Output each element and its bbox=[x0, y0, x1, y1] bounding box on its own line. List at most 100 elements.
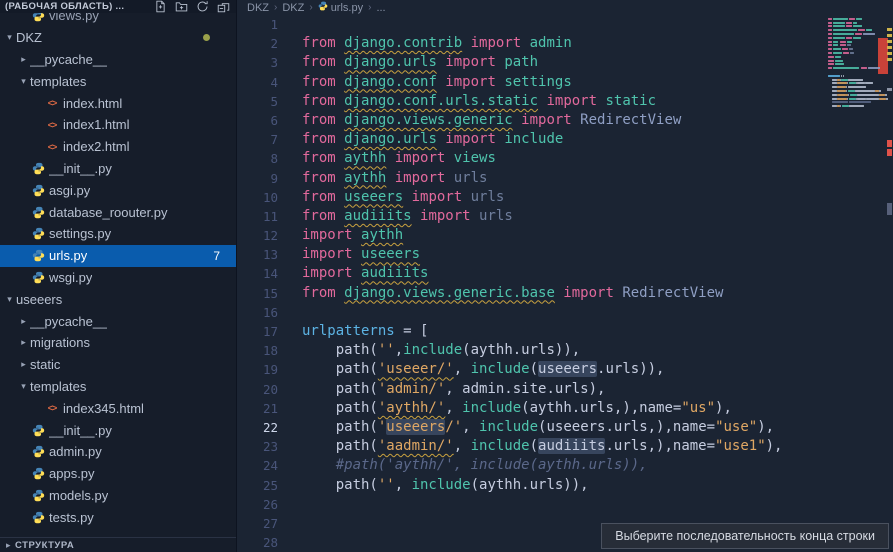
line-number[interactable]: 24 bbox=[238, 456, 278, 475]
code-line-11: 11from audiiits import urls bbox=[238, 207, 825, 226]
new-file-icon[interactable] bbox=[153, 0, 167, 14]
line-number[interactable]: 28 bbox=[238, 533, 278, 552]
tree-item-index345.html[interactable]: <>index345.html bbox=[0, 397, 236, 419]
tree-item-tests.py[interactable]: tests.py bbox=[0, 506, 236, 528]
tree-item-admin.py[interactable]: admin.py bbox=[0, 441, 236, 463]
line-content[interactable]: from django.conf.urls.static import stat… bbox=[278, 92, 656, 111]
line-content[interactable]: urlpatterns = [ bbox=[278, 322, 428, 341]
line-content[interactable]: path('useeer/', include(useeers.urls)), bbox=[278, 360, 664, 379]
line-number[interactable]: 8 bbox=[238, 149, 278, 168]
line-content[interactable] bbox=[278, 514, 302, 533]
line-content[interactable]: from aythh import urls bbox=[278, 169, 487, 188]
line-content[interactable]: from useeers import urls bbox=[278, 188, 504, 207]
tree-item-templates[interactable]: ▾templates bbox=[0, 70, 236, 92]
line-number[interactable]: 27 bbox=[238, 514, 278, 533]
line-number[interactable]: 23 bbox=[238, 437, 278, 456]
code-token: (aythh.urls,),name= bbox=[521, 400, 681, 416]
line-number[interactable]: 5 bbox=[238, 92, 278, 111]
line-number[interactable]: 1 bbox=[238, 15, 278, 34]
line-number[interactable]: 10 bbox=[238, 188, 278, 207]
tree-item-views.py[interactable]: views.py bbox=[0, 13, 236, 27]
tree-item-useeers[interactable]: ▾useeers bbox=[0, 288, 236, 310]
line-number[interactable]: 6 bbox=[238, 111, 278, 130]
tree-item-urls.py[interactable]: urls.py7 bbox=[0, 245, 236, 267]
tree-item-static[interactable]: ▸static bbox=[0, 354, 236, 376]
minimap[interactable] bbox=[828, 14, 886, 552]
line-number[interactable]: 2 bbox=[238, 34, 278, 53]
line-content[interactable]: path('aadmin/', include(audiiits.urls,),… bbox=[278, 437, 782, 456]
breadcrumb-item-DKZ[interactable]: DKZ bbox=[282, 2, 304, 14]
line-content[interactable]: from django.urls import include bbox=[278, 130, 563, 149]
tree-item-models.py[interactable]: models.py bbox=[0, 485, 236, 507]
tree-item-index.html[interactable]: <>index.html bbox=[0, 92, 236, 114]
line-content[interactable]: from django.conf import settings bbox=[278, 73, 572, 92]
outline-section-header[interactable]: ▸ СТРУКТУРА bbox=[0, 537, 236, 552]
tree-item-wsgi.py[interactable]: wsgi.py bbox=[0, 267, 236, 289]
line-number[interactable]: 26 bbox=[238, 495, 278, 514]
line-number[interactable]: 17 bbox=[238, 322, 278, 341]
tree-item-DKZ[interactable]: ▾DKZ bbox=[0, 27, 236, 49]
tree-item-asgi.py[interactable]: asgi.py bbox=[0, 179, 236, 201]
line-content[interactable] bbox=[278, 533, 302, 552]
tree-item-__init__.py[interactable]: __init__.py bbox=[0, 419, 236, 441]
line-number[interactable]: 12 bbox=[238, 226, 278, 245]
line-number[interactable]: 22 bbox=[238, 418, 278, 437]
explorer-title: (РАБОЧАЯ ОБЛАСТЬ) ... bbox=[5, 1, 124, 12]
line-number[interactable]: 9 bbox=[238, 169, 278, 188]
tree-item-database_roouter.py[interactable]: database_roouter.py bbox=[0, 201, 236, 223]
line-content[interactable]: path('aythh/', include(aythh.urls,),name… bbox=[278, 399, 732, 418]
line-content[interactable]: path('useeers/', include(useeers.urls,),… bbox=[278, 418, 774, 437]
file-label: urls.py bbox=[49, 248, 87, 263]
tree-item-__pycache__[interactable]: ▸__pycache__ bbox=[0, 310, 236, 332]
code-token: , bbox=[462, 419, 479, 435]
tree-item-apps.py[interactable]: apps.py bbox=[0, 463, 236, 485]
tree-item-migrations[interactable]: ▸migrations bbox=[0, 332, 236, 354]
line-content[interactable]: path('admin/', admin.site.urls), bbox=[278, 380, 605, 399]
line-number[interactable]: 14 bbox=[238, 264, 278, 283]
tree-item-__init__.py[interactable]: __init__.py bbox=[0, 158, 236, 180]
line-number[interactable]: 7 bbox=[238, 130, 278, 149]
line-content[interactable]: #path('aythh/', include(aythh.urls)), bbox=[278, 456, 648, 475]
line-content[interactable]: from django.contrib import admin bbox=[278, 34, 572, 53]
line-number[interactable]: 18 bbox=[238, 341, 278, 360]
breadcrumb-item-...[interactable]: ... bbox=[376, 2, 385, 14]
line-content[interactable]: import useeers bbox=[278, 245, 420, 264]
code-token: , bbox=[454, 438, 471, 454]
line-content[interactable]: import aythh bbox=[278, 226, 403, 245]
code-token: from bbox=[302, 285, 344, 301]
tree-item-index1.html[interactable]: <>index1.html bbox=[0, 114, 236, 136]
line-content[interactable]: from aythh import views bbox=[278, 149, 496, 168]
tree-item-index2.html[interactable]: <>index2.html bbox=[0, 136, 236, 158]
line-content[interactable]: from django.views.generic.base import Re… bbox=[278, 284, 723, 303]
code-line-7: 7from django.urls import include bbox=[238, 130, 825, 149]
line-number[interactable]: 3 bbox=[238, 53, 278, 72]
code-token: urlpatterns bbox=[302, 323, 395, 339]
line-number[interactable]: 19 bbox=[238, 360, 278, 379]
line-number[interactable]: 21 bbox=[238, 399, 278, 418]
refresh-icon[interactable] bbox=[195, 0, 209, 14]
line-number[interactable]: 20 bbox=[238, 380, 278, 399]
line-number[interactable]: 4 bbox=[238, 73, 278, 92]
breadcrumb-item-DKZ[interactable]: DKZ bbox=[247, 2, 269, 14]
new-folder-icon[interactable] bbox=[174, 0, 188, 14]
line-number[interactable]: 13 bbox=[238, 245, 278, 264]
tree-item-__pycache__[interactable]: ▸__pycache__ bbox=[0, 49, 236, 71]
collapse-all-icon[interactable] bbox=[216, 0, 230, 14]
line-content[interactable]: path('', include(aythh.urls)), bbox=[278, 476, 589, 495]
tree-item-settings.py[interactable]: settings.py bbox=[0, 223, 236, 245]
line-content[interactable]: path('',include(aythh.urls)), bbox=[278, 341, 580, 360]
line-content[interactable]: from django.views.generic import Redirec… bbox=[278, 111, 681, 130]
line-content[interactable]: import audiiits bbox=[278, 264, 428, 283]
line-content[interactable]: from audiiits import urls bbox=[278, 207, 513, 226]
line-number[interactable]: 25 bbox=[238, 476, 278, 495]
breadcrumb-item-urls.py[interactable]: urls.py bbox=[318, 1, 363, 14]
line-number[interactable]: 16 bbox=[238, 303, 278, 322]
line-content[interactable] bbox=[278, 495, 302, 514]
tree-item-templates[interactable]: ▾templates bbox=[0, 376, 236, 398]
code-area[interactable]: 12from django.contrib import admin3from … bbox=[238, 15, 825, 552]
line-number[interactable]: 11 bbox=[238, 207, 278, 226]
line-content[interactable] bbox=[278, 15, 302, 34]
line-number[interactable]: 15 bbox=[238, 284, 278, 303]
line-content[interactable] bbox=[278, 303, 302, 322]
line-content[interactable]: from django.urls import path bbox=[278, 53, 538, 72]
